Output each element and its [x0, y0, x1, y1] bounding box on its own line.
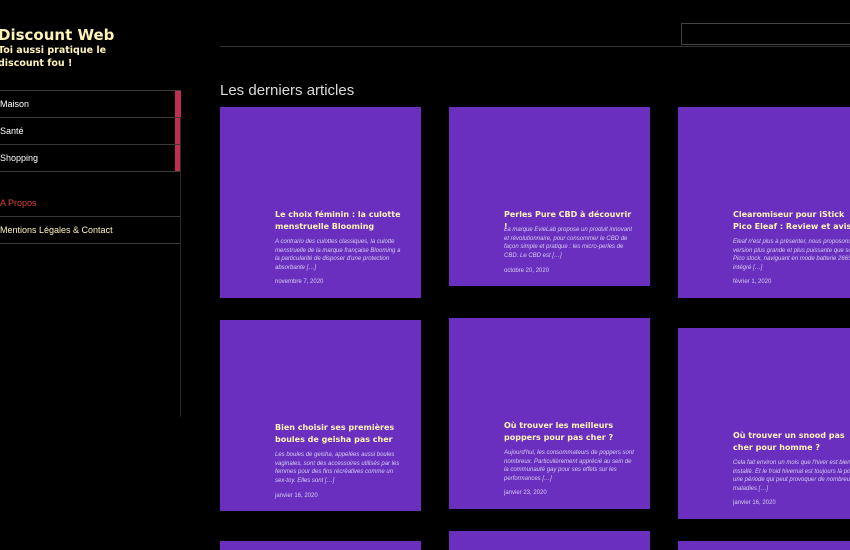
article-card[interactable]: Où trouver un snood pas cher pour homme … — [678, 328, 850, 519]
article-excerpt: A contrario des culottes classiques, la … — [275, 239, 401, 271]
article-date: février 1, 2020 — [733, 279, 772, 285]
article-card[interactable] — [220, 541, 421, 550]
article-card[interactable]: Bien choisir ses premières boules de gei… — [220, 320, 421, 511]
article-title[interactable]: Le choix féminin : la culotte menstruell… — [275, 209, 405, 233]
article-title[interactable]: Clearomiseur pour iStick Pico Eleaf : Re… — [733, 209, 850, 233]
article-date: janvier 16, 2020 — [733, 500, 776, 506]
nav-item-sante[interactable]: Santé — [0, 118, 181, 145]
nav-link-mentions-legales[interactable]: Mentions Légales & Contact — [0, 217, 181, 244]
article-title[interactable]: Bien choisir ses premières boules de gei… — [275, 422, 405, 446]
section-heading: Les derniers articles — [220, 82, 355, 99]
nav-item-label: Santé — [0, 126, 24, 136]
nav-item-label: Shopping — [0, 153, 39, 163]
nav-item-maison[interactable]: Maison — [0, 91, 181, 118]
article-title[interactable]: Où trouver un snood pas cher pour homme … — [733, 430, 850, 454]
secondary-nav: A Propos Mentions Légales & Contact — [0, 190, 181, 244]
sidebar-divider — [180, 117, 181, 417]
nav-item-shopping[interactable]: Shopping — [0, 145, 181, 172]
article-excerpt: Aujourd'hui, les consommateurs de popper… — [504, 450, 634, 482]
article-card[interactable] — [449, 531, 650, 550]
article-card[interactable]: Le choix féminin : la culotte menstruell… — [220, 107, 421, 298]
primary-nav: Maison Santé Shopping — [0, 90, 181, 172]
header-divider — [220, 46, 850, 47]
nav-item-label: Maison — [0, 99, 30, 109]
article-card[interactable] — [678, 541, 850, 550]
nav-accent-bar — [175, 91, 181, 117]
site-title[interactable]: Discount Web — [0, 26, 114, 44]
article-card[interactable]: Clearomiseur pour iStick Pico Eleaf : Re… — [678, 107, 850, 298]
site-tagline: Toi aussi pratique le discount fou ! — [0, 45, 107, 69]
article-date: octobre 20, 2020 — [504, 268, 550, 274]
article-title[interactable]: Où trouver les meilleurs poppers pour pa… — [504, 420, 634, 444]
article-date: novembre 7, 2020 — [275, 279, 324, 285]
article-excerpt: La marque EvieLab propose un produit inn… — [504, 227, 633, 259]
article-excerpt: Eleaf n'est plus à présenter, nous propo… — [733, 239, 850, 271]
nav-link-a-propos[interactable]: A Propos — [0, 190, 181, 217]
article-card[interactable]: Où trouver les meilleurs poppers pour pa… — [449, 318, 650, 509]
article-excerpt: Les boules de geisha, appelées aussi bou… — [275, 452, 400, 484]
article-date: janvier 23, 2020 — [504, 490, 547, 496]
article-excerpt: Cela fait environ un mois que l'hiver es… — [733, 460, 850, 492]
article-date: janvier 16, 2020 — [275, 493, 318, 499]
search-input[interactable] — [681, 23, 850, 45]
article-card[interactable]: Perles Pure CBD à découvrir ! La marque … — [449, 107, 650, 286]
